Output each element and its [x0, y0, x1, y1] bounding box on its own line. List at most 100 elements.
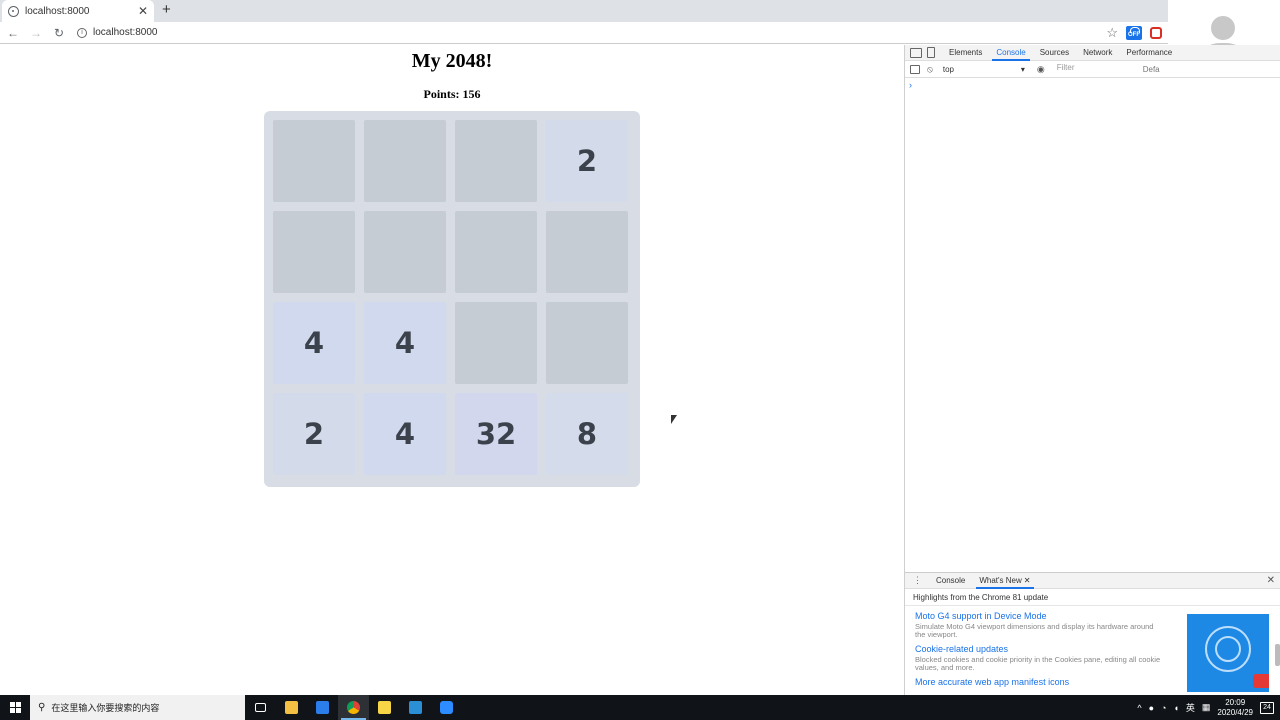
whats-new-heading: Highlights from the Chrome 81 update [905, 589, 1280, 606]
network-icon[interactable]: ◔ [1161, 703, 1166, 713]
windows-logo-icon [9, 702, 21, 713]
sticky-notes-icon [378, 701, 391, 714]
devtools-panel: Elements Console Sources Network Performance… [904, 45, 1280, 695]
drawer-tab-console[interactable]: Console [936, 576, 965, 585]
vscode-icon [409, 701, 422, 714]
tile-r2-c3 [455, 211, 537, 293]
more-icon[interactable]: ⋮ [913, 575, 922, 586]
tile-r4-c4: 8 [546, 393, 628, 475]
search-icon: ⚲ [38, 702, 46, 713]
tile-r1-c3 [455, 120, 537, 202]
devtools-tab-sources[interactable]: Sources [1040, 48, 1069, 57]
devtools-tab-network[interactable]: Network [1083, 48, 1112, 57]
keyboard-icon[interactable]: ▦ [1202, 702, 1211, 713]
clear-console-icon[interactable]: ⦸ [927, 64, 933, 75]
reload-button[interactable]: ↻ [49, 26, 69, 40]
tile-r2-c2 [364, 211, 446, 293]
close-drawer-icon[interactable]: ✕ [1267, 575, 1275, 586]
tile-r4-c2: 4 [364, 393, 446, 475]
drawer-tab-label: What's New [979, 576, 1022, 585]
context-value: top [942, 64, 954, 74]
start-button[interactable] [0, 695, 30, 720]
clock-date: 2020/4/29 [1217, 707, 1253, 717]
whats-new-item-title[interactable]: Moto G4 support in Device Mode [915, 611, 1165, 621]
devtools-drawer: ⋮ Console What's New ✕ ✕ Highlights from t… [905, 572, 1280, 695]
task-view-button[interactable] [245, 695, 276, 720]
context-selector[interactable]: top ▾ [943, 65, 1025, 74]
whats-new-item-title[interactable]: Cookie-related updates [915, 644, 1165, 654]
points-display: Points: 156 [423, 87, 481, 101]
drawer-scrollbar[interactable] [1275, 644, 1280, 666]
address-bar[interactable]: i localhost:8000 [77, 24, 1087, 42]
ime-indicator[interactable]: 英 [1186, 701, 1195, 714]
back-button[interactable]: ← [3, 26, 23, 40]
chrome-icon [347, 701, 360, 714]
store-bag-icon [316, 701, 329, 714]
taskbar-store[interactable] [307, 695, 338, 720]
clock[interactable]: 20:09 2020/4/29 [1217, 698, 1253, 718]
eye-icon[interactable]: ◉ [1037, 64, 1045, 75]
system-tray: ^ ● ◔ ◖ 英 ▦ 20:09 2020/4/29 24 [1137, 698, 1280, 718]
tile-r4-c3: 32 [455, 393, 537, 475]
chevron-up-icon[interactable]: ^ [1137, 703, 1141, 713]
whats-new-item: Cookie-related updates Blocked cookies an… [915, 644, 1165, 672]
tile-r1-c1 [273, 120, 355, 202]
tile-r4-c1: 2 [273, 393, 355, 475]
whats-new-item-description: Simulate Moto G4 viewport dimensions and… [915, 622, 1154, 639]
windows-taskbar: ⚲ 在这里输入你要搜索的内容 ^ ● ◔ ◖ 英 ▦ 20:09 2020/4/… [0, 695, 1280, 720]
whats-new-item: More accurate web app manifest icons [915, 677, 1165, 687]
recorder-extension-icon[interactable] [1150, 27, 1162, 39]
browser-tab[interactable]: localhost:8000 ✕ [2, 0, 154, 22]
zoom-camera-icon [440, 701, 453, 714]
chrome-devtools-promo-image [1187, 614, 1269, 692]
bookmark-star-icon[interactable]: ☆ [1106, 25, 1118, 41]
tile-r2-c4 [546, 211, 628, 293]
forward-button[interactable]: → [26, 26, 46, 40]
log-levels-dropdown[interactable]: Defa [1143, 65, 1160, 74]
tab-title: localhost:8000 [25, 5, 90, 17]
folder-icon [285, 701, 298, 714]
close-tab-icon[interactable]: ✕ [1024, 576, 1031, 585]
whats-new-item: Moto G4 support in Device Mode Simulate M… [915, 611, 1165, 639]
taskbar-chrome[interactable] [338, 695, 369, 720]
microphone-icon[interactable]: ● [1149, 703, 1154, 713]
sidebar-toggle-icon[interactable] [910, 64, 920, 74]
whats-new-item-title[interactable]: More accurate web app manifest icons [915, 677, 1165, 687]
address-url: localhost:8000 [93, 27, 158, 38]
close-tab-icon[interactable]: ✕ [138, 4, 148, 18]
notification-center-icon[interactable]: 24 [1260, 701, 1274, 714]
extension-off-icon[interactable]: OFF [1126, 26, 1142, 40]
devtools-tab-performance[interactable]: Performance [1126, 48, 1172, 57]
taskbar-sticky-notes[interactable] [369, 695, 400, 720]
console-toolbar: ⦸ top ▾ ◉ Filter Defa [905, 61, 1280, 78]
taskbar-file-explorer[interactable] [276, 695, 307, 720]
info-icon[interactable]: i [77, 27, 87, 38]
taskbar-zoom[interactable] [431, 695, 462, 720]
chevron-down-icon: ▾ [1020, 64, 1025, 74]
devtools-tab-console[interactable]: Console [992, 48, 1031, 61]
globe-icon [8, 5, 19, 17]
tile-r1-c4: 2 [546, 120, 628, 202]
browser-toolbar: ← → ↻ i localhost:8000 ☆ OFF [0, 22, 1168, 44]
tile-r3-c2: 4 [364, 302, 446, 384]
game-board[interactable]: 2 4 4 2 4 32 8 [264, 111, 640, 487]
tile-r3-c3 [455, 302, 537, 384]
console-prompt[interactable]: › [909, 80, 1280, 90]
filter-input[interactable]: Filter [1055, 63, 1137, 75]
tile-r3-c1: 4 [273, 302, 355, 384]
inspect-element-icon[interactable] [910, 47, 922, 58]
clock-time: 20:09 [1225, 697, 1246, 707]
tab-strip: localhost:8000 ✕ + [0, 0, 1168, 22]
tile-r3-c4 [546, 302, 628, 384]
speaker-icon[interactable]: ◖ [1173, 703, 1178, 713]
taskbar-vscode[interactable] [400, 695, 431, 720]
device-toolbar-icon[interactable] [927, 47, 935, 58]
devtools-tab-elements[interactable]: Elements [949, 48, 982, 57]
web-page: My 2048! Points: 156 2 4 4 2 4 32 8 [0, 45, 904, 695]
new-tab-button[interactable]: + [162, 1, 171, 18]
whats-new-item-description: Blocked cookies and cookie priority in t… [915, 655, 1161, 672]
taskbar-search-input[interactable]: ⚲ 在这里输入你要搜索的内容 [30, 695, 245, 720]
drawer-tab-what-s-new[interactable]: What's New ✕ [976, 576, 1034, 589]
play-icon [1253, 674, 1269, 688]
tile-r2-c1 [273, 211, 355, 293]
